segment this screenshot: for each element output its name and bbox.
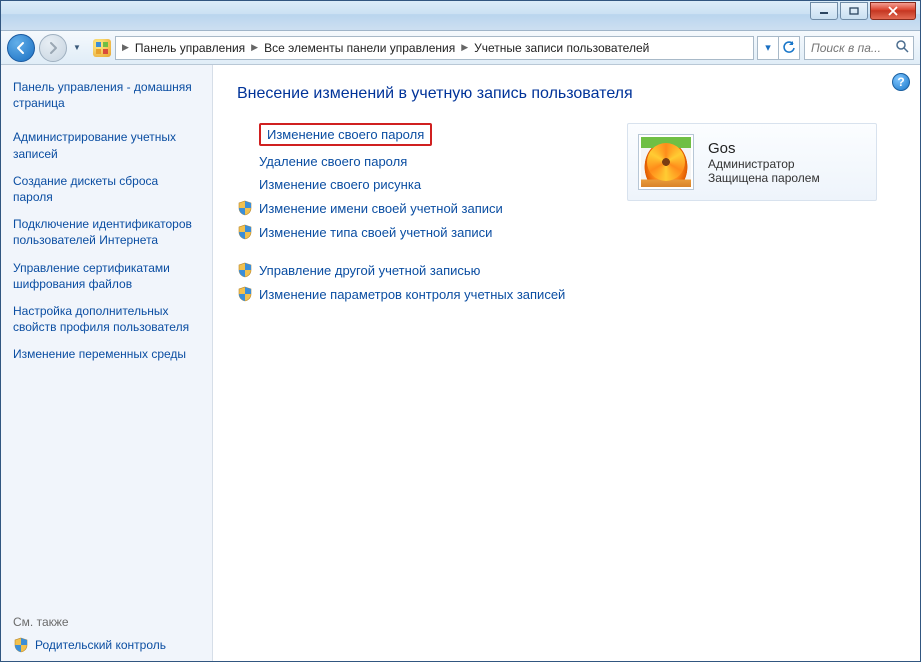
control-panel-icon (93, 39, 111, 57)
shield-icon (237, 200, 253, 216)
action-link-uac-settings[interactable]: Изменение параметров контроля учетных за… (237, 286, 597, 302)
link-label[interactable]: Изменение своего пароля (259, 123, 432, 146)
sidebar-footer: См. также Родительский контроль (13, 615, 200, 653)
sidebar-link[interactable]: Управление сертификатами шифрования файл… (13, 260, 200, 292)
sidebar-link[interactable]: Администрирование учетных записей (13, 129, 200, 161)
avatar (638, 134, 694, 190)
main-row: Изменение своего пароля Удаление своего … (237, 123, 896, 310)
help-icon[interactable]: ? (892, 73, 910, 91)
action-link-remove-password[interactable]: Удаление своего пароля (237, 154, 597, 169)
refresh-button[interactable] (778, 36, 800, 60)
see-also-label: См. также (13, 615, 200, 629)
body: Панель управления - домашняя страница Ад… (1, 65, 920, 661)
chevron-right-icon[interactable]: ▶ (249, 42, 260, 53)
user-status: Защищена паролем (708, 171, 820, 185)
search-box[interactable] (804, 36, 914, 60)
breadcrumb-item[interactable]: Учетные записи пользователей (470, 41, 653, 55)
address-bar: ▼ ▶ Панель управления ▶ Все элементы пан… (1, 31, 920, 65)
sidebar-links: Администрирование учетных записей Создан… (13, 129, 200, 362)
shield-icon (13, 637, 29, 653)
window-controls (810, 2, 916, 20)
maximize-button[interactable] (840, 2, 868, 20)
nav-back-button[interactable] (7, 34, 35, 62)
chevron-right-icon[interactable]: ▶ (459, 42, 470, 53)
titlebar (1, 1, 920, 31)
breadcrumb-item[interactable]: Панель управления (131, 41, 249, 55)
user-role: Администратор (708, 157, 820, 171)
shield-icon (237, 224, 253, 240)
link-label[interactable]: Изменение параметров контроля учетных за… (259, 287, 565, 302)
sidebar-link[interactable]: Подключение идентификаторов пользователе… (13, 216, 200, 248)
action-link-change-name[interactable]: Изменение имени своей учетной записи (237, 200, 597, 216)
nav-forward-button[interactable] (39, 34, 67, 62)
address-tail: ▾ (758, 36, 800, 60)
action-link-change-picture[interactable]: Изменение своего рисунка (237, 177, 597, 192)
page-title: Внесение изменений в учетную запись поль… (237, 85, 896, 103)
control-panel-window: ▼ ▶ Панель управления ▶ Все элементы пан… (0, 0, 921, 662)
link-label[interactable]: Изменение имени своей учетной записи (259, 201, 503, 216)
parental-controls-link[interactable]: Родительский контроль (13, 637, 200, 653)
shield-icon (237, 262, 253, 278)
user-card: Gos Администратор Защищена паролем (627, 123, 877, 201)
sidebar-link[interactable]: Настройка дополнительных свойств профиля… (13, 303, 200, 335)
content-area: ? Внесение изменений в учетную запись по… (213, 65, 920, 661)
breadcrumb-item[interactable]: Все элементы панели управления (260, 41, 459, 55)
user-name: Gos (708, 140, 820, 157)
breadcrumb[interactable]: ▶ Панель управления ▶ Все элементы панел… (115, 36, 754, 60)
action-links: Изменение своего пароля Удаление своего … (237, 123, 597, 310)
link-label[interactable]: Изменение типа своей учетной записи (259, 225, 492, 240)
search-input[interactable] (809, 40, 895, 56)
minimize-button[interactable] (810, 2, 838, 20)
address-dropdown[interactable]: ▾ (757, 36, 779, 60)
sidebar: Панель управления - домашняя страница Ад… (1, 65, 213, 661)
chevron-right-icon[interactable]: ▶ (120, 42, 131, 53)
action-link-change-type[interactable]: Изменение типа своей учетной записи (237, 224, 597, 240)
link-label[interactable]: Управление другой учетной записью (259, 263, 480, 278)
parental-controls-label[interactable]: Родительский контроль (35, 638, 166, 652)
action-link-manage-other[interactable]: Управление другой учетной записью (237, 262, 597, 278)
sidebar-home-link[interactable]: Панель управления - домашняя страница (13, 79, 200, 111)
user-info: Gos Администратор Защищена паролем (708, 140, 820, 185)
link-label[interactable]: Удаление своего пароля (259, 154, 407, 169)
close-button[interactable] (870, 2, 916, 20)
action-link-change-password[interactable]: Изменение своего пароля (237, 123, 597, 146)
sidebar-link[interactable]: Изменение переменных среды (13, 346, 200, 362)
link-label[interactable]: Изменение своего рисунка (259, 177, 421, 192)
search-icon[interactable] (895, 39, 909, 56)
sidebar-link[interactable]: Создание дискеты сброса пароля (13, 173, 200, 205)
shield-icon (237, 286, 253, 302)
nav-history-dropdown[interactable]: ▼ (71, 43, 83, 52)
